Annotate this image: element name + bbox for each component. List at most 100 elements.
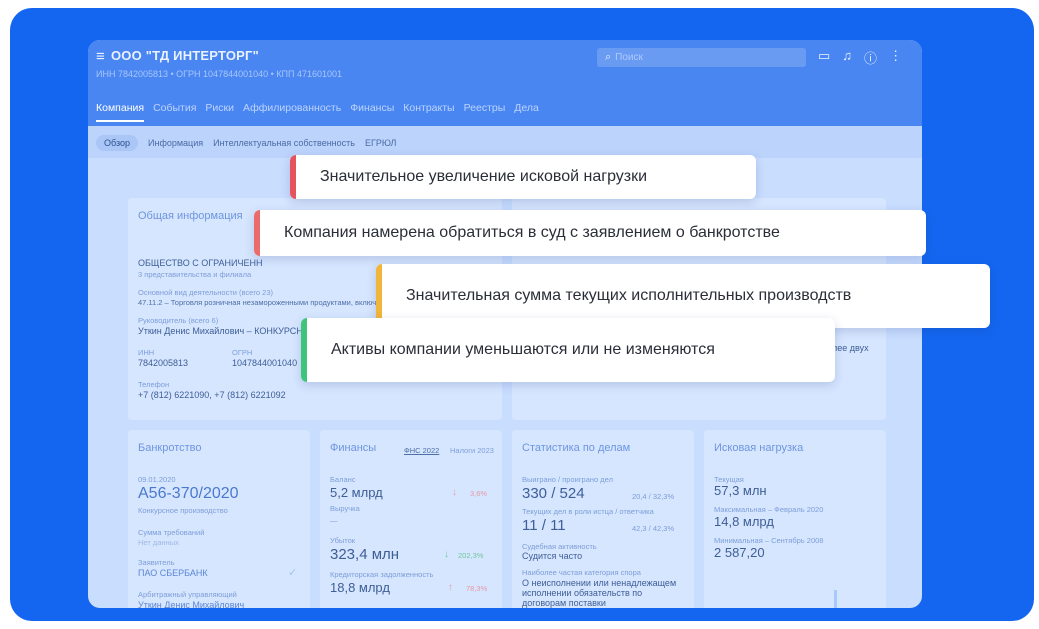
current-value: 11 / 11 [522,517,566,534]
tab-company[interactable]: Компания [96,102,145,122]
subtab-info[interactable]: Информация [148,138,203,148]
bankruptcy-card: Банкротство 09.01.2020 А56-370/2020 Конк… [128,430,310,608]
search-input[interactable]: ⌕ Поиск [597,48,806,67]
tab-risks[interactable]: Риски [205,102,234,122]
court-activity-value: Судится часто [522,551,583,561]
balance-change: 3,6% [470,489,488,498]
sparkline-bar [834,590,837,608]
claims-load-card: Исковая нагрузка Текущая 57,3 млн Максим… [704,430,886,608]
company-name: ООО "ТД ИНТЕРТОРГ" [110,48,259,63]
case-number[interactable]: А56-370/2020 [138,485,239,503]
alert-toast-claims[interactable]: Значительное увеличение исковой нагрузки [290,155,756,199]
main-tabs: Компания События Риски Аффилированность … [96,102,539,122]
procedure-kind: Конкурсное производство [138,506,228,515]
subtab-ip[interactable]: Интеллектуальная собственность [213,138,355,148]
debt-label: Кредиторская задолженность [330,570,434,579]
subtab-egrul[interactable]: ЕГРЮЛ [365,138,396,148]
sub-tabs: Обзор Информация Интеллектуальная собств… [96,135,396,151]
cases-title: Статистика по делам [522,442,631,454]
alert-toast-bankruptcy[interactable]: Компания намерена обратиться в суд с зая… [254,210,926,256]
toast-accent-red [290,155,296,199]
claims-min-value: 2 587,20 [714,545,765,560]
hamburger-icon[interactable]: ≡ [96,48,105,65]
tab-events[interactable]: События [153,102,196,122]
finance-title: Финансы [330,442,377,454]
claims-max-value: 14,8 млрд [714,514,774,529]
revenue-label: Выручка [330,504,360,513]
won-percent: 20,4 / 32,3% [632,492,675,501]
arrow-down-green-icon: ↓ [444,549,449,560]
head-label: Руководитель (всего 6) [138,316,219,325]
manager-value[interactable]: Уткин Денис Михайлович [138,600,244,608]
more-icon[interactable]: ⋮ [889,48,902,67]
loss-label: Убыток [330,536,356,545]
sub-tab-bar: Обзор Информация Интеллектуальная собств… [88,126,922,158]
phone-value: +7 (812) 6221090, +7 (812) 6221092 [138,390,286,400]
inn-label: ИНН [138,348,155,357]
ogrn-label: ОГРН [232,348,253,357]
company-ids: ИНН 7842005813 • ОГРН 1047844001040 • КП… [96,69,343,79]
activity-value: 47.11.2 – Торговля розничная незаморожен… [138,298,377,307]
toast-accent-green [301,318,307,382]
balance-label: Баланс [330,475,356,484]
tab-cases[interactable]: Дела [514,102,539,122]
bell-icon[interactable]: ♫ [842,48,852,67]
current-percent: 42,3 / 42,3% [632,524,675,533]
arrow-up-icon: ↑ [448,582,453,593]
finance-tab-taxes[interactable]: Налоги 2023 [450,446,494,455]
claims-min-label: Минимальная – Сентябрь 2008 [714,536,824,545]
toast-text: Компания намерена обратиться в суд с зая… [284,224,780,241]
inn-value: 7842005813 [138,358,189,368]
finance-tab-fns[interactable]: ФНС 2022 [404,446,439,455]
ogrn-value: 1047844001040 [232,358,298,368]
loss-value: 323,4 млн [330,546,400,563]
claims-current-value: 57,3 млн [714,483,767,498]
head-value[interactable]: Уткин Денис Михайлович – КОНКУРСН [138,326,303,336]
toast-text: Значительное увеличение исковой нагрузки [320,168,648,185]
branches-link[interactable]: 3 представительства и филиала [138,270,251,279]
help-icon[interactable]: ⓘ [864,48,877,67]
debt-value: 18,8 млрд [330,580,390,595]
claims-label: Сумма требований [138,528,205,537]
activity-label: Основной вид деятельности (всего 23) [138,288,274,297]
applicant-label: Заявитель [138,558,175,567]
claims-max-label: Максимальная – Февраль 2020 [714,505,824,514]
search-placeholder: Поиск [615,52,643,63]
tab-contracts[interactable]: Контракты [403,102,454,122]
tab-registries[interactable]: Реестры [464,102,506,122]
category-value: О неисполнении или ненадлежащем исполнен… [522,578,677,608]
current-label: Текущих дел в роли истца / ответчика [522,507,654,516]
finance-card: Финансы ФНС 2022 Налоги 2023 Баланс 5,2 … [320,430,502,608]
category-label: Наиболее частая категория спора [522,568,641,577]
company-title: ≡ ООО "ТД ИНТЕРТОРГ" [96,48,259,65]
won-label: Выиграно / проиграно дел [522,475,613,484]
tab-finance[interactable]: Финансы [350,102,394,122]
side-note: лее двух [832,343,869,353]
tab-affiliation[interactable]: Аффилированность [243,102,341,122]
loss-change: 202,3% [458,551,484,560]
toolbar-icons: ▭ ♫ ⓘ ⋮ [818,48,902,67]
background-panel: ≡ ООО "ТД ИНТЕРТОРГ" ИНН 7842005813 • ОГР… [10,8,1034,621]
balance-value: 5,2 млрд [330,485,383,500]
claims-value: Нет данных [138,538,179,547]
bankruptcy-date: 09.01.2020 [138,475,176,484]
revenue-value: — [330,516,338,525]
claims-load-title: Исковая нагрузка [714,442,804,454]
general-info-title: Общая информация [138,210,243,222]
court-activity-label: Судебная активность [522,542,597,551]
won-value: 330 / 524 [522,485,585,502]
bankruptcy-title: Банкротство [138,442,202,454]
chat-icon[interactable]: ▭ [818,48,830,67]
alert-toast-assets[interactable]: Активы компании уменьшаются или не измен… [301,318,835,382]
check-icon: ✓ [288,567,298,579]
search-icon: ⌕ [605,51,612,63]
toast-accent-red [254,210,260,256]
arrow-down-icon: ↓ [452,487,457,498]
applicant-value[interactable]: ПАО СБЕРБАНК [138,568,208,578]
manager-label: Арбитражный управляющий [138,590,237,599]
org-name: ОБЩЕСТВО С ОГРАНИЧЕНН [138,258,263,268]
phone-label: Телефон [138,380,170,389]
debt-change: 78,3% [466,584,488,593]
cases-card: Статистика по делам Выиграно / проиграно… [512,430,694,608]
subtab-overview[interactable]: Обзор [96,135,138,151]
